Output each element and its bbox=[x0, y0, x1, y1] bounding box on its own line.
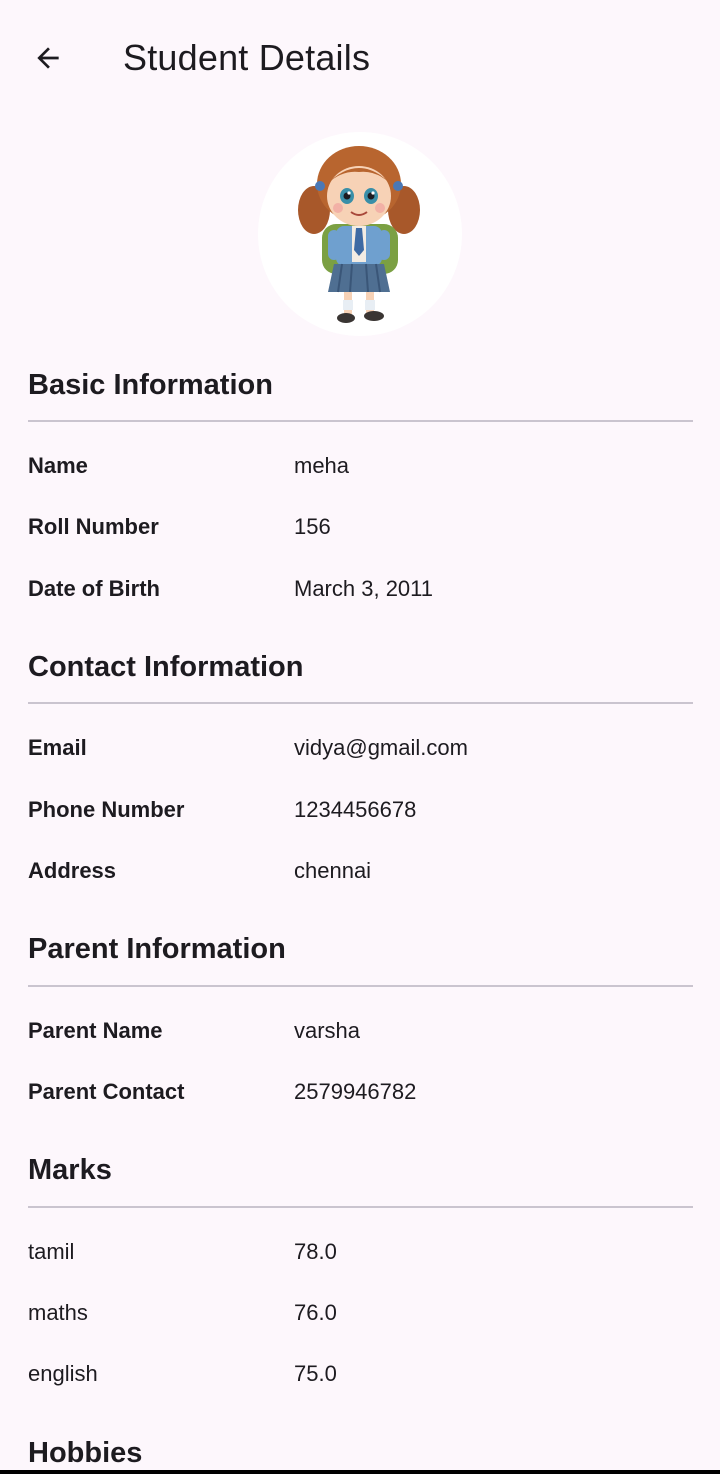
bottom-edge bbox=[0, 1470, 720, 1474]
subject-label: maths bbox=[28, 1300, 88, 1325]
field-label: Date of Birth bbox=[28, 576, 160, 601]
field-value: vidya@gmail.com bbox=[294, 735, 468, 760]
field-label: Parent Name bbox=[28, 1018, 163, 1043]
subject-mark: 76.0 bbox=[294, 1300, 337, 1325]
section-title-hobbies: Hobbies bbox=[28, 1437, 143, 1469]
field-value: 1234456678 bbox=[294, 797, 417, 822]
field-label: Phone Number bbox=[28, 797, 185, 822]
subject-mark: 75.0 bbox=[294, 1361, 337, 1386]
field-label: Email bbox=[28, 735, 87, 760]
section-title-parent: Parent Information bbox=[28, 933, 286, 965]
app-bar: Student Details bbox=[0, 0, 720, 116]
student-avatar bbox=[258, 132, 462, 336]
subject-label: tamil bbox=[28, 1239, 75, 1264]
field-value: meha bbox=[294, 453, 350, 478]
divider bbox=[28, 985, 693, 987]
field-label: Roll Number bbox=[28, 514, 159, 539]
field-value: 2579946782 bbox=[294, 1079, 417, 1104]
field-value: varsha bbox=[294, 1018, 361, 1043]
field-label: Address bbox=[28, 858, 117, 883]
subject-mark: 78.0 bbox=[294, 1239, 337, 1264]
field-value: 156 bbox=[294, 514, 331, 539]
subject-label: english bbox=[28, 1361, 98, 1386]
divider bbox=[28, 420, 693, 422]
section-title-contact: Contact Information bbox=[28, 651, 304, 683]
divider bbox=[28, 1206, 693, 1208]
section-title-basic: Basic Information bbox=[28, 369, 273, 401]
field-value: March 3, 2011 bbox=[294, 576, 434, 601]
section-title-marks: Marks bbox=[28, 1154, 112, 1186]
field-value: chennai bbox=[294, 858, 372, 883]
divider bbox=[28, 702, 693, 704]
field-label: Name bbox=[28, 453, 88, 478]
field-label: Parent Contact bbox=[28, 1079, 185, 1104]
student-avatar-illustration bbox=[298, 146, 420, 323]
page-title: Student Details bbox=[123, 37, 371, 78]
arrow-left-icon bbox=[37, 47, 59, 69]
back-button[interactable] bbox=[24, 34, 72, 82]
